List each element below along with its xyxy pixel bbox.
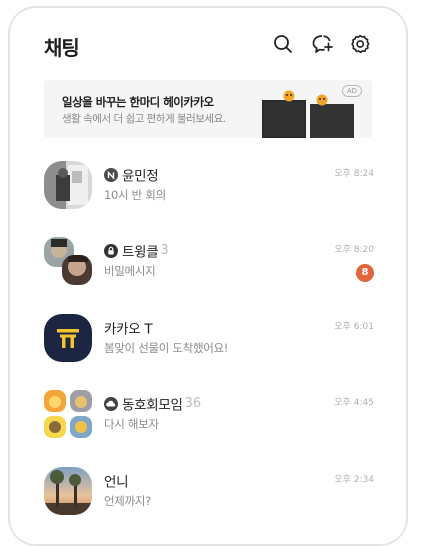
chat-last-message: 비밀메시지: [104, 264, 156, 278]
group-avatar: [44, 390, 92, 438]
ad-subtitle: 생활 속에서 더 쉽고 편하게 불러보세요.: [62, 113, 226, 125]
search-icon[interactable]: [271, 32, 295, 56]
ad-banner[interactable]: 일상을 바꾸는 한마디 헤이카카오 생활 속에서 더 쉽고 편하게 불러보세요.…: [44, 80, 372, 138]
chat-time: 오후 6:01: [334, 322, 374, 332]
chat-time: 오후 4:45: [334, 398, 374, 408]
kakao-t-logo: [44, 314, 92, 362]
avatar: [44, 467, 92, 515]
chat-row[interactable]: 카카오 T 봄맞이 선물이 도착했어요! 오후 6:01: [44, 314, 374, 364]
settings-icon[interactable]: [348, 32, 372, 56]
chat-name: 트윙클: [122, 244, 159, 261]
member-count: 36: [184, 396, 202, 411]
chat-last-message: 10시 반 회의: [104, 188, 166, 202]
ad-title: 일상을 바꾸는 한마디 헤이카카오: [62, 95, 214, 109]
chat-row[interactable]: 윤민정 10시 반 회의 오후 8:24: [44, 161, 374, 211]
chat-row[interactable]: 언니 언제까지? 오후 2:34: [44, 467, 374, 517]
header: 채팅: [44, 32, 372, 60]
chat-last-message: 봄맞이 선물이 도착했어요!: [104, 341, 229, 355]
avatar: [44, 237, 92, 285]
n-circle-icon: [104, 167, 118, 182]
chat-time: 오후 8:24: [334, 169, 374, 179]
unread-badge: 8: [356, 264, 374, 282]
member-count: 3: [160, 243, 169, 258]
new-chat-icon[interactable]: [310, 32, 334, 56]
chat-name: 동호회모임: [122, 397, 183, 414]
chat-row[interactable]: 트윙클 3 비밀메시지 오후 8:20 8: [44, 237, 374, 287]
chat-time: 오후 2:34: [334, 475, 374, 485]
chat-name: 윤민정: [122, 168, 159, 185]
chat-last-message: 다시 해보자: [104, 417, 159, 431]
chat-name: 카카오 T: [104, 321, 153, 338]
chat-last-message: 언제까지?: [104, 494, 151, 508]
chat-row[interactable]: 동호회모임 36 다시 해보자 오후 4:45: [44, 390, 374, 440]
chat-time: 오후 8:20: [334, 245, 374, 255]
avatar: [44, 161, 92, 209]
page-title: 채팅: [44, 36, 80, 60]
ad-speaker-image: [262, 90, 354, 138]
lock-circle-icon: [104, 243, 118, 258]
chat-name: 언니: [104, 474, 129, 491]
cloud-circle-icon: [104, 396, 118, 411]
